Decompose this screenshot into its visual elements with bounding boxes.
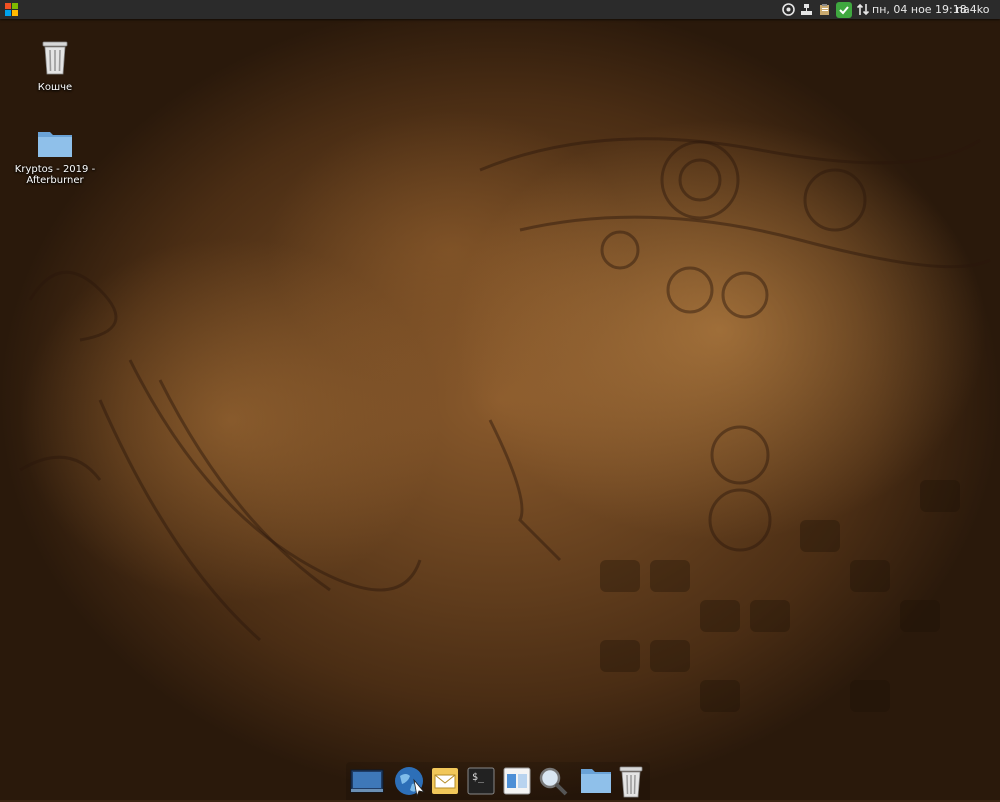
desktop-icon-label: Kryptos - 2019 - Afterburner [14, 164, 96, 186]
trash-icon [42, 41, 68, 75]
updates-tray-button[interactable] [835, 0, 853, 19]
workspace-switcher-icon [503, 767, 531, 795]
show-desktop-icon [350, 769, 384, 793]
top-panel: пн, 04 ное 19:18 na4ko [0, 0, 1000, 19]
user-menu[interactable]: na4ko [956, 0, 989, 19]
dock-search[interactable] [538, 766, 572, 800]
clipboard-tray-button[interactable] [816, 0, 832, 19]
search-icon [539, 767, 568, 796]
svg-text:$_: $_ [472, 772, 485, 783]
dock-terminal[interactable]: $_ [466, 766, 500, 800]
dock-mail[interactable] [430, 766, 464, 800]
web-browser-icon [395, 767, 426, 798]
media-icon [781, 3, 795, 16]
folder-icon [38, 132, 72, 157]
applications-menu-button[interactable] [2, 0, 20, 19]
dock: $_ [346, 762, 650, 800]
terminal-icon: $_ [467, 767, 495, 795]
trash-icon [619, 766, 643, 798]
network-transfer-tray-button[interactable] [855, 0, 871, 19]
dock-web-browser[interactable] [394, 766, 428, 800]
stone-carving-pattern [19, 137, 991, 712]
clipboard-icon [819, 4, 829, 15]
mail-icon [432, 768, 458, 794]
dock-show-desktop[interactable] [350, 766, 384, 800]
desktop-icon-folder[interactable]: Kryptos - 2019 - Afterburner [12, 128, 98, 186]
network-wired-icon [800, 4, 812, 15]
file-manager-icon [581, 769, 611, 793]
clock[interactable]: пн, 04 ное 19:18 [872, 0, 967, 19]
network-tray-button[interactable] [798, 0, 814, 19]
media-tray-button[interactable] [780, 0, 796, 19]
windows-logo-icon [4, 3, 18, 16]
desktop-icon-trash[interactable]: Кошче [12, 40, 98, 93]
dock-trash[interactable] [618, 766, 652, 800]
network-transfer-icon [856, 3, 869, 16]
desktop-wallpaper [0, 0, 1000, 800]
desktop-icon-label: Кошче [37, 82, 73, 93]
dock-file-manager[interactable] [580, 766, 614, 800]
dock-workspace-switcher[interactable] [502, 766, 536, 800]
updates-ok-icon [836, 1, 852, 18]
